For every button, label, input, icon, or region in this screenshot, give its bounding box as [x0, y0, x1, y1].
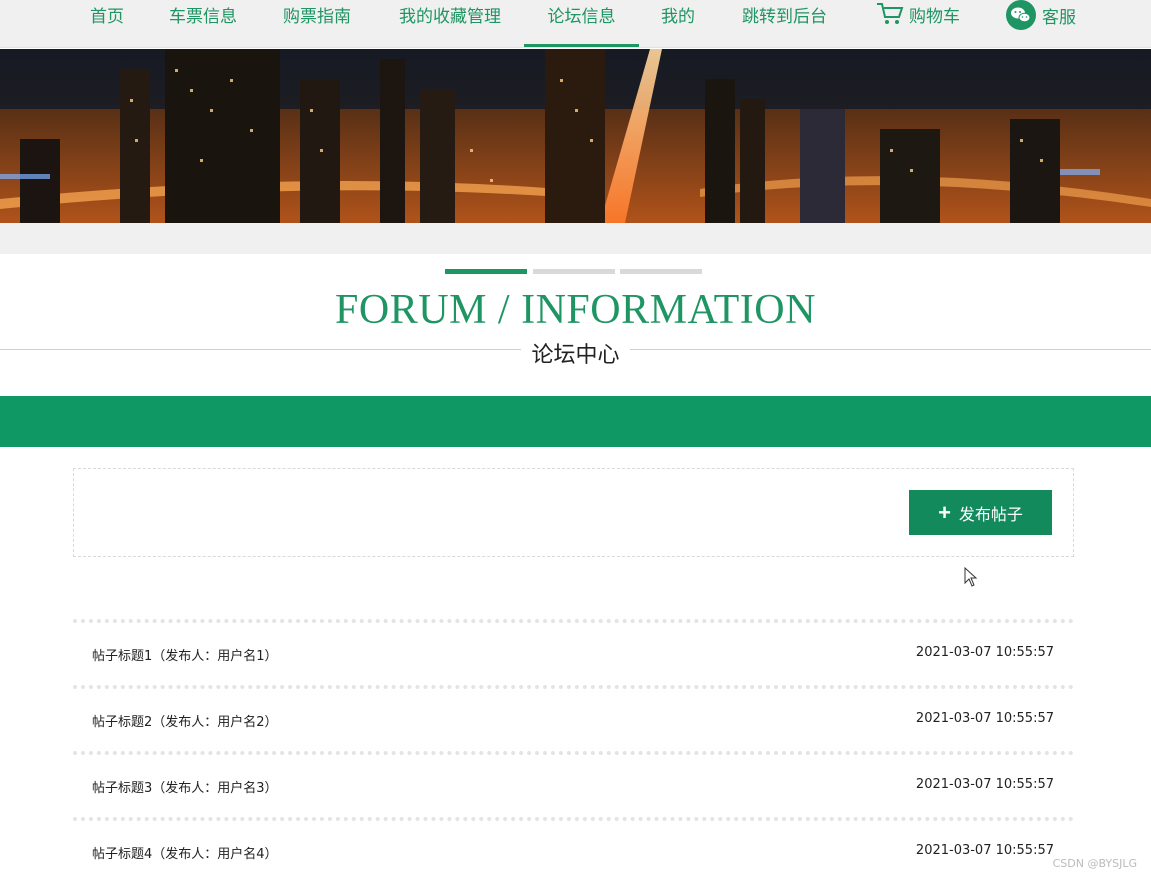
section-title-en: FORUM / INFORMATION — [335, 287, 816, 333]
shopping-cart-icon — [877, 3, 904, 24]
post-title[interactable]: 帖子标题3（发布人：用户名3） — [92, 777, 278, 796]
wechat-icon — [1006, 0, 1036, 30]
post-time: 2021-03-07 10:55:57 — [915, 843, 1054, 858]
nav-item-favorites[interactable]: 我的收藏管理 — [393, 0, 507, 48]
indicator-bar-active — [445, 269, 527, 274]
toolbar-box: + 发布帖子 — [73, 468, 1074, 557]
post-time: 2021-03-07 10:55:57 — [915, 711, 1054, 726]
nav-item-purchase-guide[interactable]: 购票指南 — [279, 0, 355, 48]
nav-item-mine[interactable]: 我的 — [659, 0, 697, 48]
nav-item-forum[interactable]: 论坛信息 — [524, 0, 639, 48]
section-title-cn: 论坛中心 — [521, 343, 630, 368]
section-title-cn-wrap: 论坛中心 — [0, 337, 1151, 369]
indicator-bar — [533, 269, 615, 274]
nav-item-backend[interactable]: 跳转到后台 — [737, 0, 832, 48]
city-skyline-image — [0, 49, 1151, 223]
post-time: 2021-03-07 10:55:57 — [915, 645, 1054, 660]
nav-item-cart[interactable]: 购物车 — [870, 0, 965, 48]
publish-post-button[interactable]: + 发布帖子 — [909, 490, 1052, 535]
mouse-cursor-icon — [964, 567, 978, 587]
cart-label: 购物车 — [909, 7, 960, 27]
banner-spacer — [0, 223, 1151, 254]
post-list: 帖子标题1（发布人：用户名1） 2021-03-07 10:55:57 帖子标题… — [73, 619, 1074, 878]
nav-item-ticket-info[interactable]: 车票信息 — [165, 0, 241, 48]
post-title[interactable]: 帖子标题2（发布人：用户名2） — [92, 711, 278, 730]
nav-item-home[interactable]: 首页 — [88, 0, 126, 48]
post-time: 2021-03-07 10:55:57 — [915, 777, 1054, 792]
nav-item-service[interactable]: 客服 — [1002, 0, 1080, 48]
green-band — [0, 396, 1151, 447]
post-row[interactable]: 帖子标题4（发布人：用户名4） 2021-03-07 10:55:57 — [73, 817, 1074, 878]
service-label: 客服 — [1042, 8, 1076, 28]
plus-icon: + — [938, 499, 951, 525]
section-indicator — [0, 269, 1151, 274]
post-title[interactable]: 帖子标题1（发布人：用户名1） — [92, 645, 278, 664]
banner-image — [0, 49, 1151, 223]
publish-post-label: 发布帖子 — [958, 506, 1023, 524]
top-nav: 首页 车票信息 购票指南 我的收藏管理 论坛信息 我的 跳转到后台 购物车 客服 — [0, 0, 1151, 48]
watermark: CSDN @BYSJLG — [1052, 857, 1137, 870]
post-title[interactable]: 帖子标题4（发布人：用户名4） — [92, 843, 278, 862]
indicator-bar — [620, 269, 702, 274]
post-row[interactable]: 帖子标题2（发布人：用户名2） 2021-03-07 10:55:57 — [73, 685, 1074, 751]
post-row[interactable]: 帖子标题1（发布人：用户名1） 2021-03-07 10:55:57 — [73, 619, 1074, 685]
post-row[interactable]: 帖子标题3（发布人：用户名3） 2021-03-07 10:55:57 — [73, 751, 1074, 817]
